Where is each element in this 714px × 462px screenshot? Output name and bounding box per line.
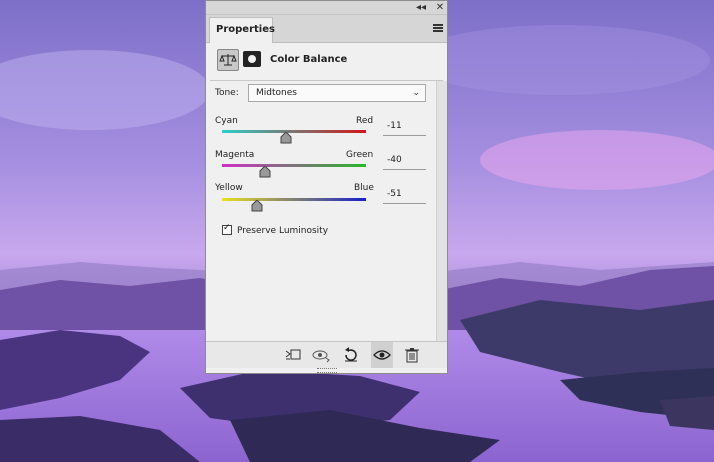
slider-left-label: Cyan [215,116,238,126]
slider-value-field[interactable]: -51 [383,189,426,204]
slider-thumb[interactable] [251,200,263,212]
slider-track[interactable] [222,164,366,167]
preserve-luminosity-checkbox[interactable] [222,223,232,235]
panel-tabstrip: Properties [206,15,447,43]
divider [210,80,443,81]
color-balance-adjustment-icon[interactable] [217,49,239,71]
preserve-luminosity-label: Preserve Luminosity [237,226,329,236]
visibility-eye-icon[interactable] [371,342,393,368]
tone-dropdown-value: Midtones [256,88,297,98]
tab-properties[interactable]: Properties [209,17,275,43]
clip-to-layer-icon[interactable] [282,342,304,368]
slider-track[interactable] [222,130,366,133]
properties-panel: ◂◂ ✕ Properties Color Balance Tone: Midt… [205,0,448,374]
panel-menu-icon[interactable] [433,24,443,32]
slider-right-label: Blue [354,183,374,193]
collapse-icon[interactable]: ◂◂ [414,1,428,14]
chevron-down-icon: ⌄ [412,88,420,98]
slider-track[interactable] [222,198,366,201]
adjustment-title: Color Balance [270,54,348,65]
slider-value-field[interactable]: -11 [383,121,426,136]
slider-right-label: Red [356,116,374,126]
layer-mask-icon[interactable] [243,51,261,67]
slider-thumb[interactable] [259,166,271,178]
tone-dropdown[interactable]: Midtones ⌄ [248,84,426,102]
slider-left-label: Magenta [215,150,255,160]
reset-icon[interactable] [340,342,362,368]
resize-grip[interactable] [317,368,337,373]
panel-titlebar: ◂◂ ✕ [206,1,447,15]
close-icon[interactable]: ✕ [433,1,447,14]
tone-label: Tone: [215,88,239,98]
view-previous-state-icon[interactable] [310,342,332,368]
slider-right-label: Green [346,150,374,160]
slider-left-label: Yellow [215,183,243,193]
trash-icon[interactable] [401,342,423,368]
panel-scrollbar[interactable] [436,81,447,342]
slider-thumb[interactable] [280,132,292,144]
panel-footer [206,341,447,368]
slider-value-field[interactable]: -40 [383,155,426,170]
